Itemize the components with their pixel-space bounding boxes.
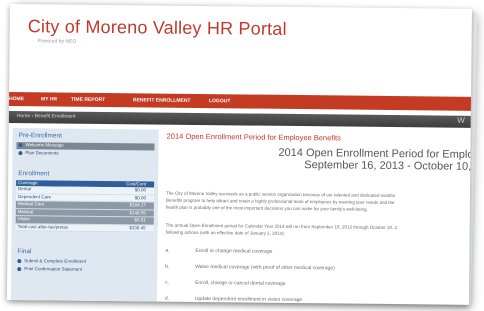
top-nav: HOME MY HR TIME REPORT BENEFIT ENROLLMEN…: [8, 91, 472, 111]
coverage-cost: $148.55: [129, 209, 146, 215]
sidebar-item-label: Welcome Message: [25, 142, 64, 148]
coverage-name: Dental: [18, 186, 32, 192]
section-title: 2014 Open Enrollment Period for Employee…: [166, 131, 341, 143]
option-text: Enroll or change medical coverage: [195, 247, 273, 255]
sidebar-item-welcome-message[interactable]: Welcome Message: [16, 142, 155, 151]
sidebar-item-print-confirmation[interactable]: Print Confirmation Statement: [15, 266, 153, 274]
sidebar-item-label: Plan Documents: [25, 150, 59, 156]
table-total-row: Total cost after-tax/pretax $336.45: [15, 223, 154, 233]
nav-item-logout[interactable]: LOGOUT: [209, 98, 230, 104]
nav-item-benefit-enrollment[interactable]: BENEFIT ENROLLMENT: [133, 97, 191, 104]
total-label: Total cost after-tax/pretax: [17, 223, 69, 230]
option-text: Enroll, change or cancel dental coverage: [195, 279, 286, 287]
option-bullet: d.: [164, 295, 170, 302]
coverage-name: Vision: [17, 216, 30, 222]
option-bullet: c.: [165, 279, 170, 286]
browser-page: City of Moreno Valley HR Portal Powered …: [6, 4, 472, 305]
option-bullet: b.: [165, 263, 170, 270]
nav-item-time-report[interactable]: TIME REPORT: [71, 97, 105, 103]
hero-title-line2: September 16, 2013 - October 10, 2013: [304, 159, 472, 173]
bullet-icon: [18, 150, 23, 155]
total-value: $336.45: [129, 224, 146, 230]
sidebar-heading-enrollment: Enrollment: [18, 170, 50, 178]
option-bullet: a.: [165, 247, 170, 254]
sidebar-item-plan-documents[interactable]: Plan Documents: [16, 150, 154, 158]
coverage-cost: $0.00: [134, 187, 147, 193]
breadcrumb[interactable]: Home › Benefit Enrollment: [17, 113, 76, 120]
enrollment-table: Coverage Cost/Cont Dental $0.00 Dependent …: [15, 180, 155, 233]
breadcrumb-right-text: W: [457, 115, 465, 125]
option-item: a. Enroll or change medical coverage: [165, 248, 272, 255]
nav-item-home[interactable]: HOME: [9, 96, 24, 102]
sidebar: Pre-Enrollment Welcome Message Plan Docu…: [10, 128, 159, 302]
option-item: b. Waive medical coverage (with proof of …: [165, 264, 335, 272]
coverage-cost: $6.91: [134, 217, 146, 223]
main-content: 2014 Open Enrollment Period for Employee…: [163, 130, 472, 305]
bullet-icon: [17, 258, 22, 263]
nav-item-my-hr[interactable]: MY HR: [41, 96, 57, 102]
coverage-name: Medical: [17, 208, 34, 214]
coverage-name: Medical Care: [17, 201, 45, 207]
option-item: d. Update dependent enrollment in vision …: [165, 296, 302, 303]
bullet-icon: [18, 142, 23, 147]
coverage-name: Dependent Care: [17, 193, 52, 199]
sidebar-heading-pre-enrollment: Pre-Enrollment: [18, 132, 63, 140]
period-line: following actions (with an effective dat…: [165, 229, 285, 236]
bullet-icon: [17, 266, 22, 271]
coverage-cost: $184.17: [129, 202, 146, 208]
portal-title: City of Moreno Valley HR Portal: [27, 16, 287, 39]
sidebar-item-label: Submit & Complete Enrollment: [24, 258, 86, 264]
portal-subtitle: Powered by NEO: [37, 38, 77, 45]
sidebar-heading-final: Final: [17, 248, 32, 256]
sidebar-item-label: Print Confirmation Statement: [24, 266, 83, 272]
option-text: Waive medical coverage (with proof of ot…: [195, 263, 335, 272]
option-text: Update dependent enrollment in vision co…: [194, 295, 303, 304]
coverage-cost: $0.00: [134, 194, 147, 200]
sidebar-item-submit-enrollment[interactable]: Submit & Complete Enrollment: [15, 258, 153, 266]
intro-line: health plan is probably one of the most …: [165, 204, 368, 212]
option-item: c. Enroll, change or cancel dental covera…: [165, 280, 286, 287]
breadcrumb-bar: Home › Benefit Enrollment W: [8, 110, 471, 128]
